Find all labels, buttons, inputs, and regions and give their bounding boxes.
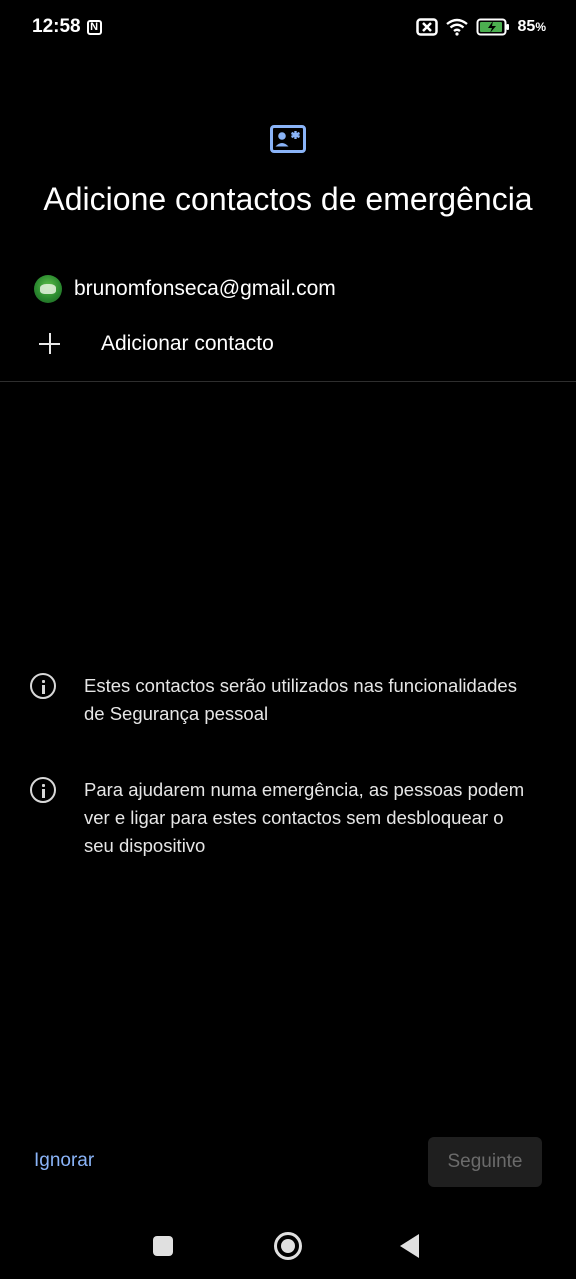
battery-icon: [476, 18, 510, 36]
add-contact-label: Adicionar contacto: [101, 332, 274, 355]
info-icon: [30, 777, 56, 803]
ignore-button[interactable]: Ignorar: [34, 1150, 94, 1172]
divider: [0, 381, 576, 382]
page-title: Adicione contactos de emergência: [43, 181, 533, 217]
status-bar: 12:58 N 85%: [0, 0, 576, 54]
contact-card-icon: [270, 125, 306, 153]
add-contact-button[interactable]: Adicionar contacto: [34, 326, 576, 362]
status-left: 12:58 N: [32, 16, 102, 38]
battery-unit: %: [535, 20, 546, 34]
next-button[interactable]: Seguinte: [428, 1137, 542, 1187]
info-item: Para ajudarem numa emergência, as pessoa…: [30, 776, 536, 860]
info-text: Estes contactos serão utilizados nas fun…: [84, 675, 517, 724]
wifi-icon: [445, 18, 468, 36]
recents-icon[interactable]: [153, 1236, 173, 1256]
nfc-icon: N: [86, 19, 102, 35]
info-icon: [30, 673, 56, 699]
info-text: Para ajudarem numa emergência, as pessoa…: [84, 779, 525, 856]
info-item: Estes contactos serão utilizados nas fun…: [30, 672, 536, 728]
battery-level: 85%: [517, 18, 546, 35]
emergency-contacts-screen: 12:58 N 85% Adicione contactos de emergê…: [0, 0, 576, 1279]
avatar: [34, 275, 62, 303]
account-email: brunomfonseca@gmail.com: [74, 277, 336, 300]
plus-icon: [34, 328, 66, 360]
status-right: 85%: [415, 18, 546, 36]
account-row: brunomfonseca@gmail.com: [34, 275, 336, 303]
back-icon[interactable]: [400, 1234, 419, 1258]
navigation-bar: [0, 1222, 576, 1270]
clock: 12:58: [32, 16, 81, 37]
no-sim-icon: [415, 18, 438, 36]
home-icon[interactable]: [274, 1232, 302, 1260]
